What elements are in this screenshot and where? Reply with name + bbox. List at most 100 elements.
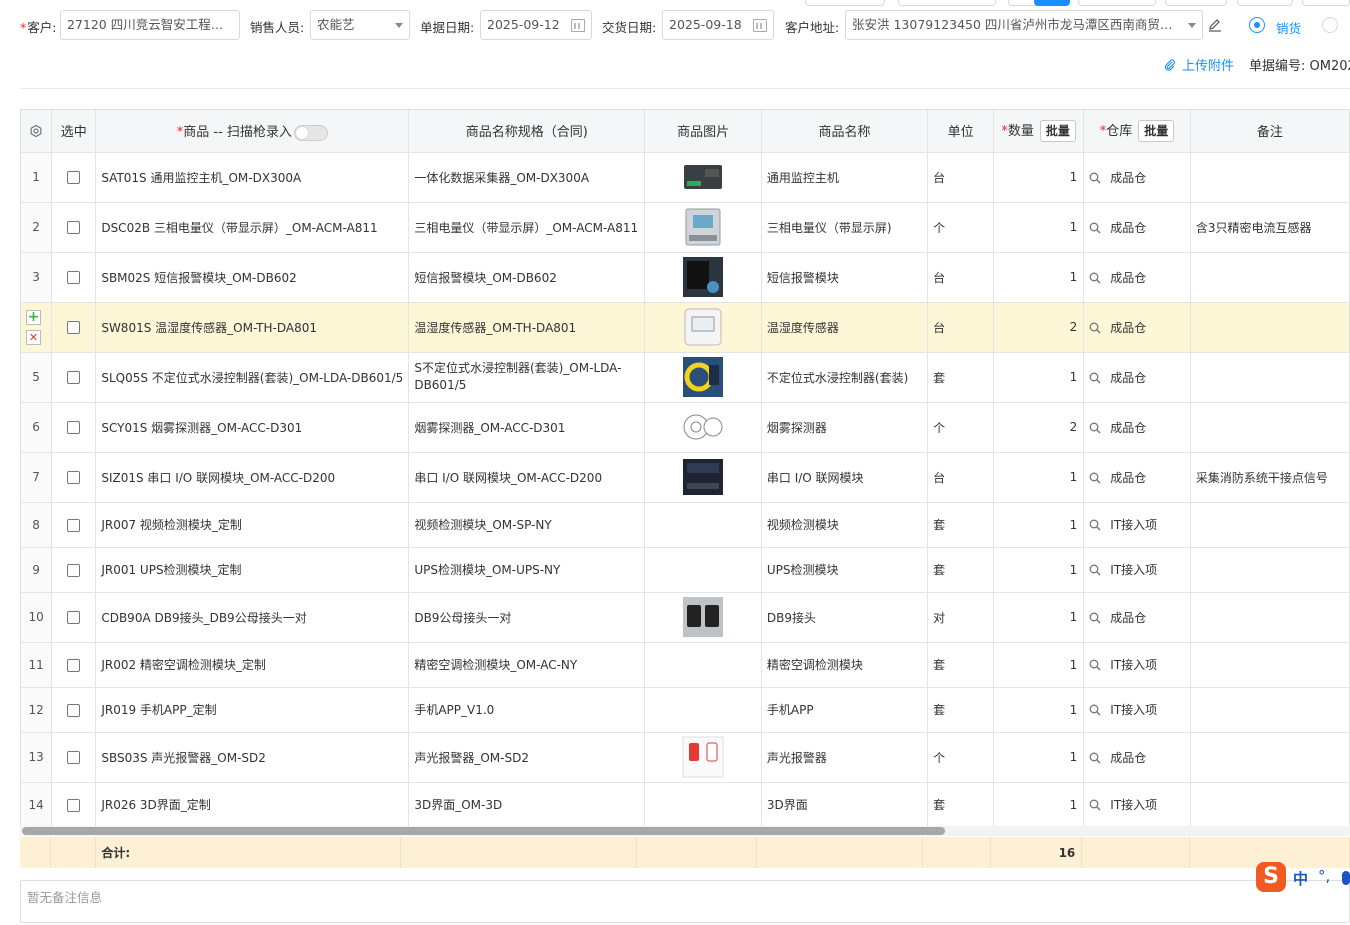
row-checkbox-cell[interactable]: [51, 452, 97, 503]
table-row[interactable]: 1 SAT01S 通用监控主机_OM-DX300A 一体化数据采集器_OM-DX30…: [21, 152, 1350, 203]
row-checkbox[interactable]: [67, 321, 81, 334]
table-row[interactable]: 9 JR001 UPS检测模块_定制 UPS检测模块_OM-UPS-NY UPS检测模…: [21, 547, 1350, 593]
warehouse-cell[interactable]: 成品仓: [1083, 252, 1191, 303]
row-checkbox[interactable]: [67, 798, 81, 812]
qty-cell[interactable]: 1: [993, 252, 1085, 303]
row-checkbox[interactable]: [67, 371, 81, 384]
table-row[interactable]: 3 SBM02S 短信报警模块_OM-DB602 短信报警模块_OM-DB602 短信…: [21, 252, 1350, 303]
search-icon[interactable]: [1089, 422, 1101, 434]
note-cell[interactable]: [1190, 547, 1350, 593]
warehouse-cell[interactable]: IT接入项: [1083, 642, 1191, 688]
warehouse-cell[interactable]: 成品仓: [1083, 302, 1191, 353]
warehouse-cell[interactable]: 成品仓: [1083, 592, 1191, 643]
search-icon[interactable]: [1089, 222, 1101, 234]
qty-cell[interactable]: 1: [993, 502, 1085, 548]
product-cell[interactable]: SIZ01S 串口 I/O 联网模块_OM-ACC-D200: [95, 452, 410, 503]
row-checkbox[interactable]: [67, 611, 81, 624]
table-row[interactable]: 14 JR026 3D界面_定制 3D界面_OM-3D 3D界面套 1 IT接入项: [21, 782, 1350, 828]
search-icon[interactable]: [1089, 172, 1101, 184]
delete-row-icon[interactable]: ✕: [26, 329, 41, 345]
top-tab[interactable]: [1302, 0, 1350, 6]
table-row[interactable]: 10 CDB90A DB9接头_DB9公母接头一对 DB9公母接头一对 DB9接头对 1…: [21, 592, 1350, 643]
qty-cell[interactable]: 1: [993, 687, 1085, 733]
row-checkbox-cell[interactable]: [51, 402, 97, 453]
row-checkbox-cell[interactable]: [51, 252, 97, 303]
gear-icon[interactable]: [29, 124, 43, 138]
note-cell[interactable]: [1190, 502, 1350, 548]
row-checkbox[interactable]: [67, 518, 81, 532]
product-cell[interactable]: JR026 3D界面_定制: [95, 782, 410, 828]
row-checkbox-cell[interactable]: [51, 502, 97, 548]
product-cell[interactable]: SBS03S 声光报警器_OM-SD2: [95, 732, 410, 783]
return-radio[interactable]: [1322, 17, 1338, 33]
warehouse-cell[interactable]: 成品仓: [1083, 452, 1191, 503]
qty-cell[interactable]: 1: [993, 452, 1085, 503]
search-icon[interactable]: [1089, 322, 1101, 334]
row-checkbox-cell[interactable]: [51, 592, 97, 643]
product-cell[interactable]: SAT01S 通用监控主机_OM-DX300A: [95, 152, 410, 203]
warehouse-cell[interactable]: IT接入项: [1083, 547, 1191, 593]
product-cell[interactable]: JR002 精密空调检测模块_定制: [95, 642, 410, 688]
note-cell[interactable]: [1190, 782, 1350, 828]
horizontal-scrollbar[interactable]: [20, 826, 1350, 836]
table-row[interactable]: +✕4SW801S 温湿度传感器_OM-TH-DA801温湿度传感器_OM-TH…: [21, 302, 1350, 353]
row-checkbox-cell[interactable]: [51, 547, 97, 593]
product-cell[interactable]: SLQ05S 不定位式水浸控制器(套装)_OM-LDA-DB601/5: [95, 352, 410, 403]
product-cell[interactable]: SW801S 温湿度传感器_OM-TH-DA801: [95, 302, 410, 353]
row-checkbox-cell[interactable]: [51, 152, 97, 203]
qty-cell[interactable]: 1: [993, 202, 1085, 253]
row-checkbox[interactable]: [67, 221, 81, 234]
top-tab[interactable]: [1165, 0, 1227, 6]
note-cell[interactable]: [1190, 152, 1350, 203]
column-settings-header[interactable]: [21, 110, 53, 153]
row-checkbox[interactable]: [67, 658, 81, 672]
scanner-toggle[interactable]: [293, 124, 328, 141]
edit-icon[interactable]: [1208, 18, 1222, 32]
warehouse-cell[interactable]: 成品仓: [1083, 732, 1191, 783]
top-tab[interactable]: [1078, 0, 1156, 6]
note-cell[interactable]: 采集消防系统干接点信号: [1190, 452, 1350, 503]
note-cell[interactable]: [1190, 642, 1350, 688]
table-row[interactable]: 12 JR019 手机APP_定制 手机APP_V1.0 手机APP 套 1 IT接入项: [21, 687, 1350, 733]
search-icon[interactable]: [1089, 799, 1101, 811]
ime-toolbar[interactable]: S 中 °,: [1256, 862, 1350, 894]
table-row[interactable]: 2 DSC02B 三相电量仪（带显示屏）_OM-ACM-A811 三相电量仪（带显示…: [21, 202, 1350, 253]
top-tab-active[interactable]: [1034, 0, 1070, 6]
sale-radio[interactable]: [1249, 17, 1265, 33]
row-checkbox[interactable]: [67, 751, 81, 764]
row-checkbox-cell[interactable]: [51, 642, 97, 688]
table-row[interactable]: 8 JR007 视频检测模块_定制 视频检测模块_OM-SP-NY 视频检测模块套 1 I…: [21, 502, 1350, 548]
qty-cell[interactable]: 1: [993, 352, 1085, 403]
product-cell[interactable]: JR019 手机APP_定制: [95, 687, 410, 733]
qty-cell[interactable]: 2: [993, 402, 1085, 453]
row-checkbox[interactable]: [67, 703, 81, 717]
warehouse-batch-button[interactable]: 批量: [1138, 120, 1175, 142]
search-icon[interactable]: [1089, 272, 1101, 284]
scrollbar-thumb[interactable]: [22, 827, 945, 835]
warehouse-cell[interactable]: 成品仓: [1083, 152, 1191, 203]
product-cell[interactable]: DSC02B 三相电量仪（带显示屏）_OM-ACM-A811: [95, 202, 410, 253]
row-checkbox-cell[interactable]: [51, 202, 97, 253]
ime-mode[interactable]: 中: [1293, 868, 1308, 889]
qty-cell[interactable]: 1: [993, 592, 1085, 643]
warehouse-cell[interactable]: 成品仓: [1083, 202, 1191, 253]
table-row[interactable]: 7 SIZ01S 串口 I/O 联网模块_OM-ACC-D200 串口 I/O 联网…: [21, 452, 1350, 503]
top-tab[interactable]: [1237, 0, 1293, 6]
note-cell[interactable]: [1190, 592, 1350, 643]
row-checkbox[interactable]: [67, 563, 81, 577]
note-cell[interactable]: [1190, 252, 1350, 303]
search-icon[interactable]: [1089, 564, 1101, 576]
row-checkbox[interactable]: [67, 271, 81, 284]
note-cell[interactable]: [1190, 402, 1350, 453]
row-checkbox[interactable]: [67, 471, 81, 484]
qty-cell[interactable]: 1: [993, 732, 1085, 783]
customer-select[interactable]: 27120 四川竞云智安工程技术有限公司: [60, 10, 240, 40]
warehouse-cell[interactable]: IT接入项: [1083, 687, 1191, 733]
qty-cell[interactable]: 1: [993, 642, 1085, 688]
table-row[interactable]: 5 SLQ05S 不定位式水浸控制器(套装)_OM-LDA-DB601/5 S不定位…: [21, 352, 1350, 403]
row-checkbox-cell[interactable]: [51, 782, 97, 828]
warehouse-cell[interactable]: IT接入项: [1083, 782, 1191, 828]
search-icon[interactable]: [1089, 472, 1101, 484]
search-icon[interactable]: [1089, 752, 1101, 764]
table-row[interactable]: 11 JR002 精密空调检测模块_定制 精密空调检测模块_OM-AC-NY 精密空调…: [21, 642, 1350, 688]
